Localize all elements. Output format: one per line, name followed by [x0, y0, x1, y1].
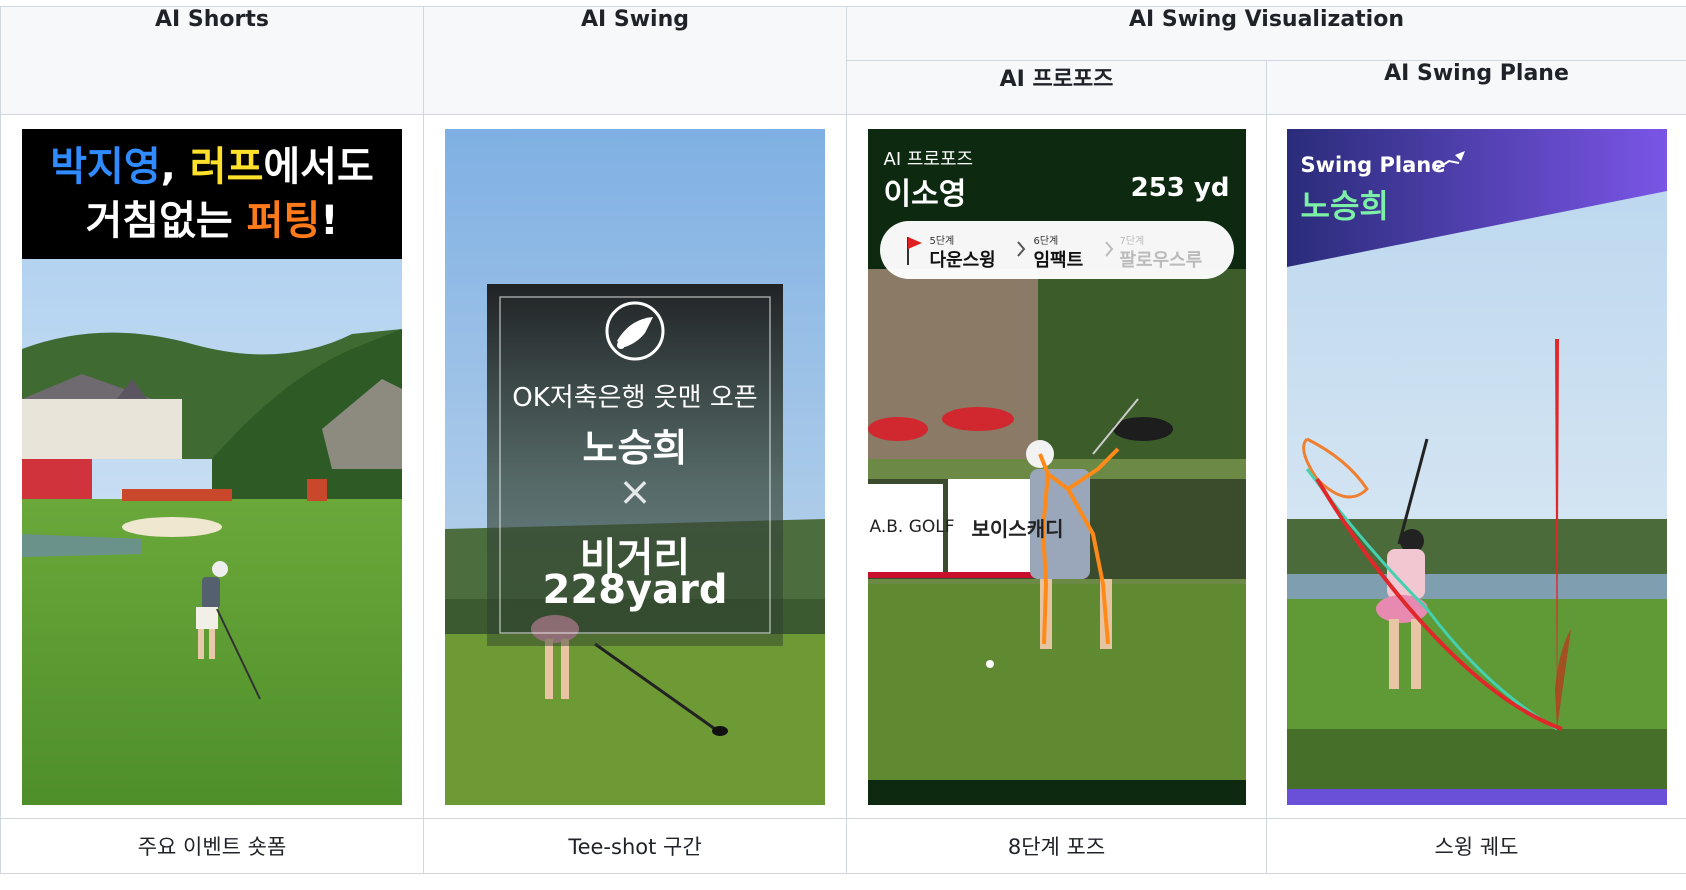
- shorts-exclaim: !: [320, 197, 339, 244]
- plane-scene: [1286, 128, 1667, 805]
- stage-6-name: 임팩트: [1033, 249, 1084, 271]
- caption-swing: Tee-shot 구간: [423, 818, 847, 874]
- swing-metric-value: 228yard: [542, 566, 728, 613]
- shorts-video-thumbnail[interactable]: 박지영, 러프에서도 거침없는 퍼팅!: [22, 128, 402, 805]
- propose-video-thumbnail[interactable]: AI 프로포즈 이소영 253 yd 5단계 다운스윙 6단계 임팩트 7단계 …: [867, 128, 1246, 805]
- shorts-putting-text: 퍼팅: [246, 197, 321, 244]
- banner-voicecaddie: 보이스캐디: [971, 516, 1064, 541]
- shorts-line1-tail: 에서도: [263, 143, 374, 190]
- plane-image-cell: Swing Plane 노승희: [1266, 114, 1686, 819]
- shorts-line2-head: 거침없는: [85, 197, 233, 244]
- stage-5-step: 5단계: [929, 235, 955, 247]
- plane-player-name: 노승희: [1300, 186, 1389, 225]
- stage-5-name: 다운스윙: [929, 249, 996, 271]
- shorts-image-cell: 박지영, 러프에서도 거침없는 퍼팅!: [0, 114, 424, 819]
- header-ai-propose: AI 프로포즈: [846, 60, 1267, 115]
- caption-shorts: 주요 이벤트 숏폼: [0, 818, 424, 874]
- stage-6-step: 6단계: [1033, 235, 1059, 247]
- propose-player-name: 이소영: [883, 176, 967, 212]
- plane-video-thumbnail[interactable]: Swing Plane 노승희: [1286, 128, 1667, 805]
- swing-times-symbol: ×: [618, 468, 652, 515]
- propose-distance: 253 yd: [1130, 172, 1230, 203]
- caption-plane: 스윙 궤도: [1266, 818, 1686, 874]
- stage-7-name: 팔로우스루: [1119, 249, 1203, 271]
- shorts-rough-text: 러프: [189, 143, 264, 190]
- swing-tournament-name: OK저축은행 읏맨 오픈: [512, 382, 758, 413]
- propose-image-cell: AI 프로포즈 이소영 253 yd 5단계 다운스윙 6단계 임팩트 7단계 …: [846, 114, 1267, 819]
- shorts-title-line1: 박지영, 러프에서도: [22, 143, 402, 191]
- propose-label: AI 프로포즈: [883, 148, 974, 170]
- caption-propose: 8단계 포즈: [846, 818, 1267, 874]
- header-ai-swing: AI Swing: [423, 6, 847, 115]
- shorts-title-line2: 거침없는 퍼팅!: [22, 197, 402, 245]
- swing-player-name: 노승희: [582, 425, 688, 470]
- header-ai-swing-plane: AI Swing Plane: [1266, 60, 1686, 115]
- swing-video-thumbnail[interactable]: OK저축은행 읏맨 오픈 노승희 × 비거리 228yard: [445, 128, 825, 805]
- shorts-name-text: 박지영: [50, 143, 161, 190]
- comparison-table-wrapper: AI Shorts AI Swing AI Swing Visualizatio…: [0, 0, 1686, 890]
- swing-image-cell: OK저축은행 읏맨 오픈 노승희 × 비거리 228yard: [423, 114, 847, 819]
- header-ai-swing-visualization: AI Swing Visualization: [846, 6, 1686, 61]
- shorts-comma: ,: [160, 143, 176, 190]
- propose-scene: [867, 128, 1246, 805]
- feature-comparison-table: AI Shorts AI Swing AI Swing Visualizatio…: [0, 6, 1686, 874]
- header-ai-shorts: AI Shorts: [0, 6, 424, 115]
- banner-ab-golf: A.B. GOLF: [869, 516, 955, 537]
- plane-title: Swing Plane: [1300, 152, 1446, 177]
- stage-7-step: 7단계: [1119, 235, 1145, 247]
